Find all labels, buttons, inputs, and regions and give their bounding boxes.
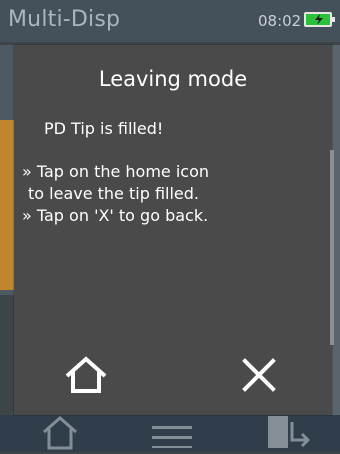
app-title: Multi-Disp — [8, 7, 121, 32]
leaving-mode-dialog: Leaving mode PD Tip is filled! » Tap on … — [14, 45, 334, 415]
instruction-line: » Tap on 'X' to go back. — [22, 206, 209, 225]
nav-pipette-tip-icon[interactable] — [266, 414, 316, 454]
instruction-line: » Tap on the home icon — [22, 162, 210, 181]
dialog-scrollbar[interactable] — [330, 150, 334, 345]
dialog-title: Leaving mode — [98, 67, 248, 91]
close-button[interactable] — [229, 345, 289, 405]
nav-menu-icon[interactable] — [152, 424, 192, 452]
close-icon — [242, 358, 276, 392]
clock: 08:02 — [258, 12, 302, 30]
battery-charging-icon — [304, 12, 335, 27]
instruction-line: to leave the tip filled. — [28, 184, 199, 203]
dialog-status-text: PD Tip is filled! — [44, 119, 164, 138]
screen: Multi-Disp 08:02 Leaving mode PD Tip is … — [0, 0, 340, 452]
home-icon — [65, 356, 107, 393]
nav-home-icon[interactable] — [40, 414, 80, 454]
home-button[interactable] — [56, 345, 116, 405]
app-header: Multi-Disp 08:02 — [0, 0, 340, 42]
